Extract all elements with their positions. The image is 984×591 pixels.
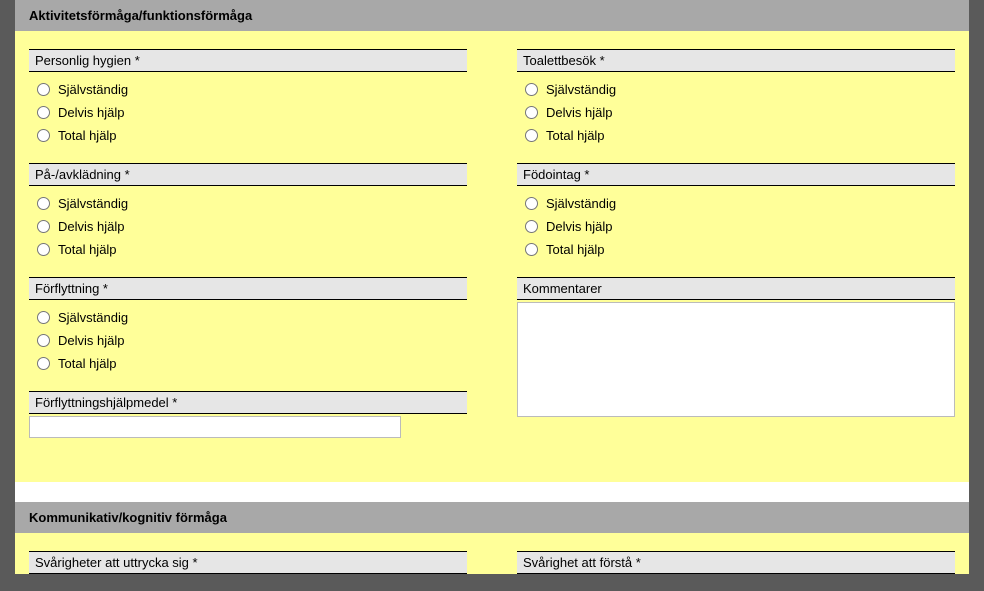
radio-label[interactable]: Delvis hjälp <box>546 219 612 234</box>
radio-row: Delvis hjälp <box>37 329 467 352</box>
field-label: Kommentarer <box>517 277 955 300</box>
section-body-kommunikativ: Svårigheter att uttrycka sig * Svårighet… <box>15 533 969 574</box>
left-column: Personlig hygien * Självständig Delvis h… <box>29 49 467 452</box>
section-header-aktivitet: Aktivitetsförmåga/funktionsförmåga <box>15 0 969 31</box>
field-forflyttning: Förflyttning * Självständig Delvis hjälp <box>29 277 467 377</box>
form-page: Aktivitetsförmåga/funktionsförmåga Perso… <box>15 0 969 574</box>
radio-row: Självständig <box>525 78 955 101</box>
radio-label[interactable]: Total hjälp <box>546 128 605 143</box>
radio-sjalvstandig[interactable] <box>37 311 50 324</box>
radio-label[interactable]: Självständig <box>58 196 128 211</box>
radio-row: Självständig <box>37 306 467 329</box>
field-avkladning: På-/avklädning * Självständig Delvis hjä… <box>29 163 467 263</box>
left-column: Svårigheter att uttrycka sig * <box>29 551 467 574</box>
field-label: Födointag * <box>517 163 955 186</box>
radio-label[interactable]: Total hjälp <box>58 356 117 371</box>
radio-row: Delvis hjälp <box>37 101 467 124</box>
radio-delvis[interactable] <box>37 106 50 119</box>
radio-label[interactable]: Delvis hjälp <box>546 105 612 120</box>
radio-list: Självständig Delvis hjälp Total hjälp <box>517 72 955 149</box>
radio-total[interactable] <box>37 357 50 370</box>
forflyttningshjalpmedel-input[interactable] <box>29 416 401 438</box>
radio-total[interactable] <box>525 243 538 256</box>
radio-row: Total hjälp <box>525 238 955 261</box>
section-title: Aktivitetsförmåga/funktionsförmåga <box>29 8 252 23</box>
radio-list: Självständig Delvis hjälp Total hjälp <box>29 186 467 263</box>
columns: Personlig hygien * Självständig Delvis h… <box>29 49 955 452</box>
section-header-kommunikativ: Kommunikativ/kognitiv förmåga <box>15 502 969 533</box>
radio-delvis[interactable] <box>525 106 538 119</box>
columns: Svårigheter att uttrycka sig * Svårighet… <box>29 551 955 574</box>
radio-list: Självständig Delvis hjälp Total hjälp <box>29 72 467 149</box>
radio-label[interactable]: Delvis hjälp <box>58 105 124 120</box>
radio-label[interactable]: Självständig <box>58 310 128 325</box>
field-label: På-/avklädning * <box>29 163 467 186</box>
radio-label[interactable]: Total hjälp <box>58 128 117 143</box>
radio-total[interactable] <box>525 129 538 142</box>
right-column: Toalettbesök * Självständig Delvis hjälp <box>517 49 955 452</box>
field-svarighet-forsta: Svårighet att förstå * <box>517 551 955 574</box>
radio-row: Total hjälp <box>37 124 467 147</box>
radio-row: Självständig <box>525 192 955 215</box>
radio-label[interactable]: Total hjälp <box>546 242 605 257</box>
radio-delvis[interactable] <box>37 334 50 347</box>
field-fodointag: Födointag * Självständig Delvis hjälp <box>517 163 955 263</box>
radio-label[interactable]: Självständig <box>58 82 128 97</box>
radio-row: Självständig <box>37 192 467 215</box>
radio-sjalvstandig[interactable] <box>525 197 538 210</box>
field-forflyttningshjalpmedel: Förflyttningshjälpmedel * <box>29 391 467 438</box>
section-title: Kommunikativ/kognitiv förmåga <box>29 510 227 525</box>
field-label: Svårighet att förstå * <box>517 551 955 574</box>
field-label: Förflyttning * <box>29 277 467 300</box>
radio-row: Delvis hjälp <box>525 215 955 238</box>
radio-list: Självständig Delvis hjälp Total hjälp <box>29 300 467 377</box>
radio-row: Total hjälp <box>525 124 955 147</box>
field-toalettbesok: Toalettbesök * Självständig Delvis hjälp <box>517 49 955 149</box>
section-body-aktivitet: Personlig hygien * Självständig Delvis h… <box>15 31 969 482</box>
field-label: Förflyttningshjälpmedel * <box>29 391 467 414</box>
radio-row: Total hjälp <box>37 352 467 375</box>
field-personlig-hygien: Personlig hygien * Självständig Delvis h… <box>29 49 467 149</box>
radio-label[interactable]: Självständig <box>546 82 616 97</box>
radio-total[interactable] <box>37 129 50 142</box>
kommentarer-textarea[interactable] <box>517 302 955 417</box>
radio-row: Delvis hjälp <box>37 215 467 238</box>
radio-label[interactable]: Delvis hjälp <box>58 219 124 234</box>
radio-sjalvstandig[interactable] <box>525 83 538 96</box>
radio-row: Delvis hjälp <box>525 101 955 124</box>
radio-label[interactable]: Delvis hjälp <box>58 333 124 348</box>
section-gap <box>15 482 969 502</box>
radio-row: Självständig <box>37 78 467 101</box>
radio-delvis[interactable] <box>525 220 538 233</box>
radio-delvis[interactable] <box>37 220 50 233</box>
field-label: Svårigheter att uttrycka sig * <box>29 551 467 574</box>
radio-label[interactable]: Självständig <box>546 196 616 211</box>
radio-list: Självständig Delvis hjälp Total hjälp <box>517 186 955 263</box>
radio-row: Total hjälp <box>37 238 467 261</box>
field-svarigheter-uttrycka: Svårigheter att uttrycka sig * <box>29 551 467 574</box>
radio-label[interactable]: Total hjälp <box>58 242 117 257</box>
field-kommentarer: Kommentarer <box>517 277 955 420</box>
radio-total[interactable] <box>37 243 50 256</box>
right-column: Svårighet att förstå * <box>517 551 955 574</box>
field-label: Personlig hygien * <box>29 49 467 72</box>
field-label: Toalettbesök * <box>517 49 955 72</box>
radio-sjalvstandig[interactable] <box>37 83 50 96</box>
radio-sjalvstandig[interactable] <box>37 197 50 210</box>
